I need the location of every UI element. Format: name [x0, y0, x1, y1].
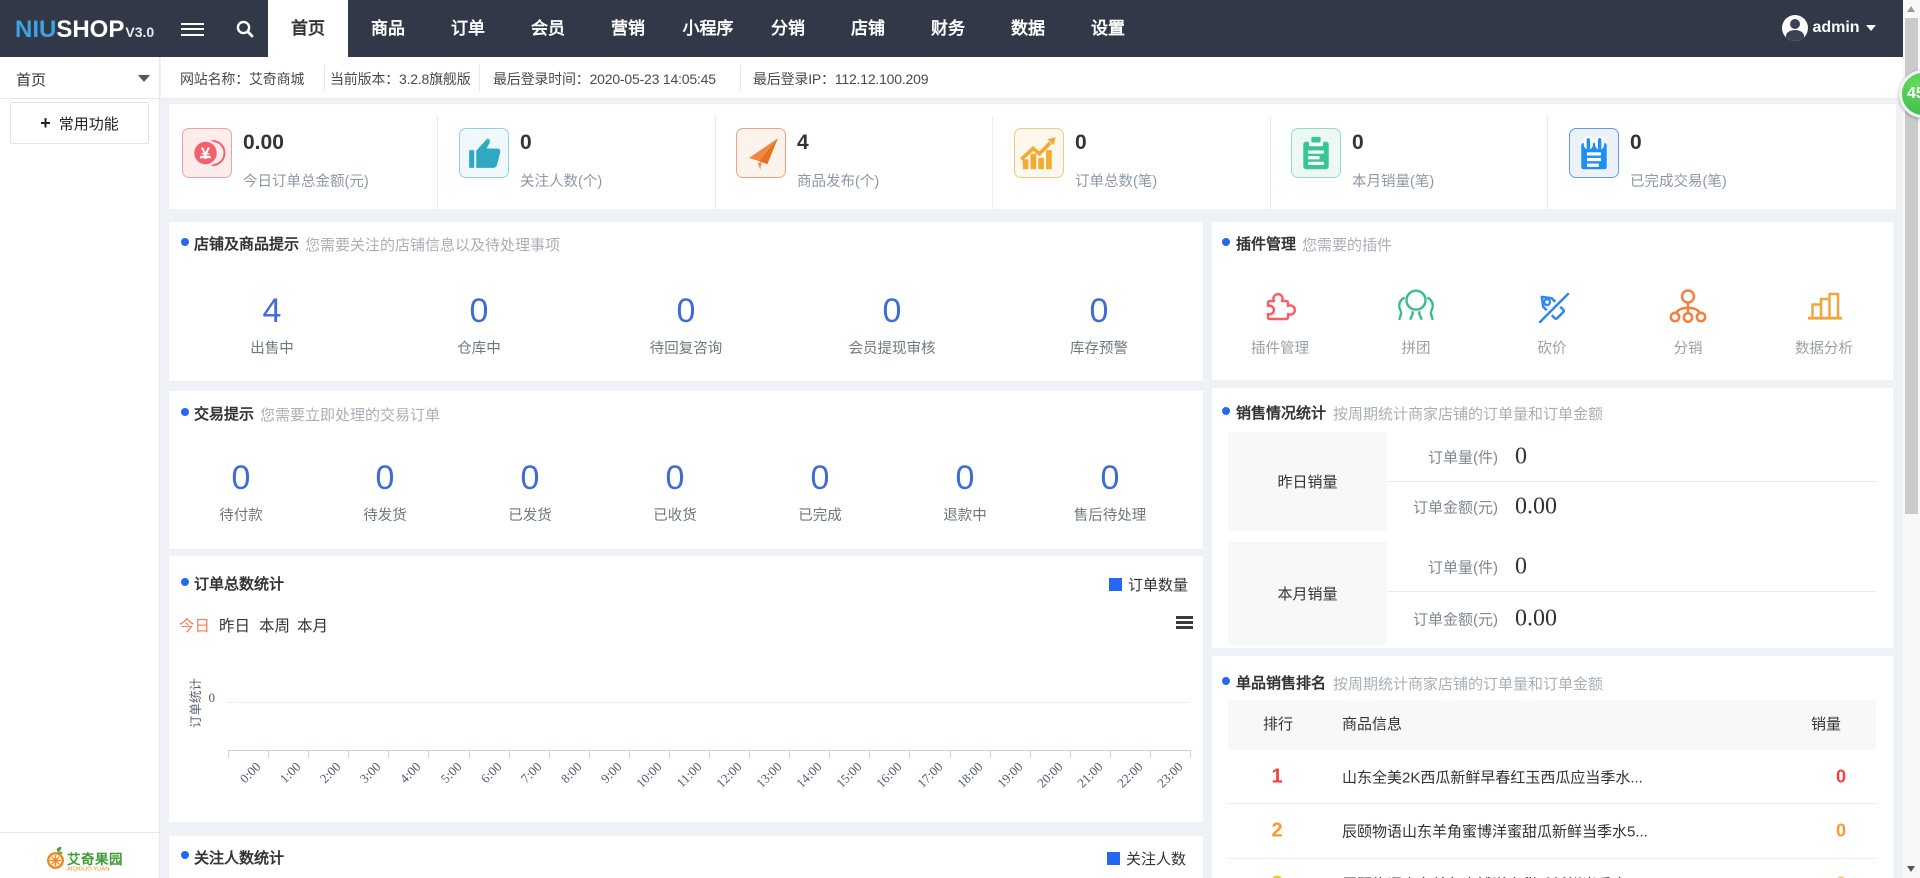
svg-text:艾奇果园: 艾奇果园: [67, 851, 123, 867]
svg-text:AIQIGUO YUAN: AIQIGUO YUAN: [67, 867, 109, 873]
svg-text:¥: ¥: [201, 144, 211, 163]
